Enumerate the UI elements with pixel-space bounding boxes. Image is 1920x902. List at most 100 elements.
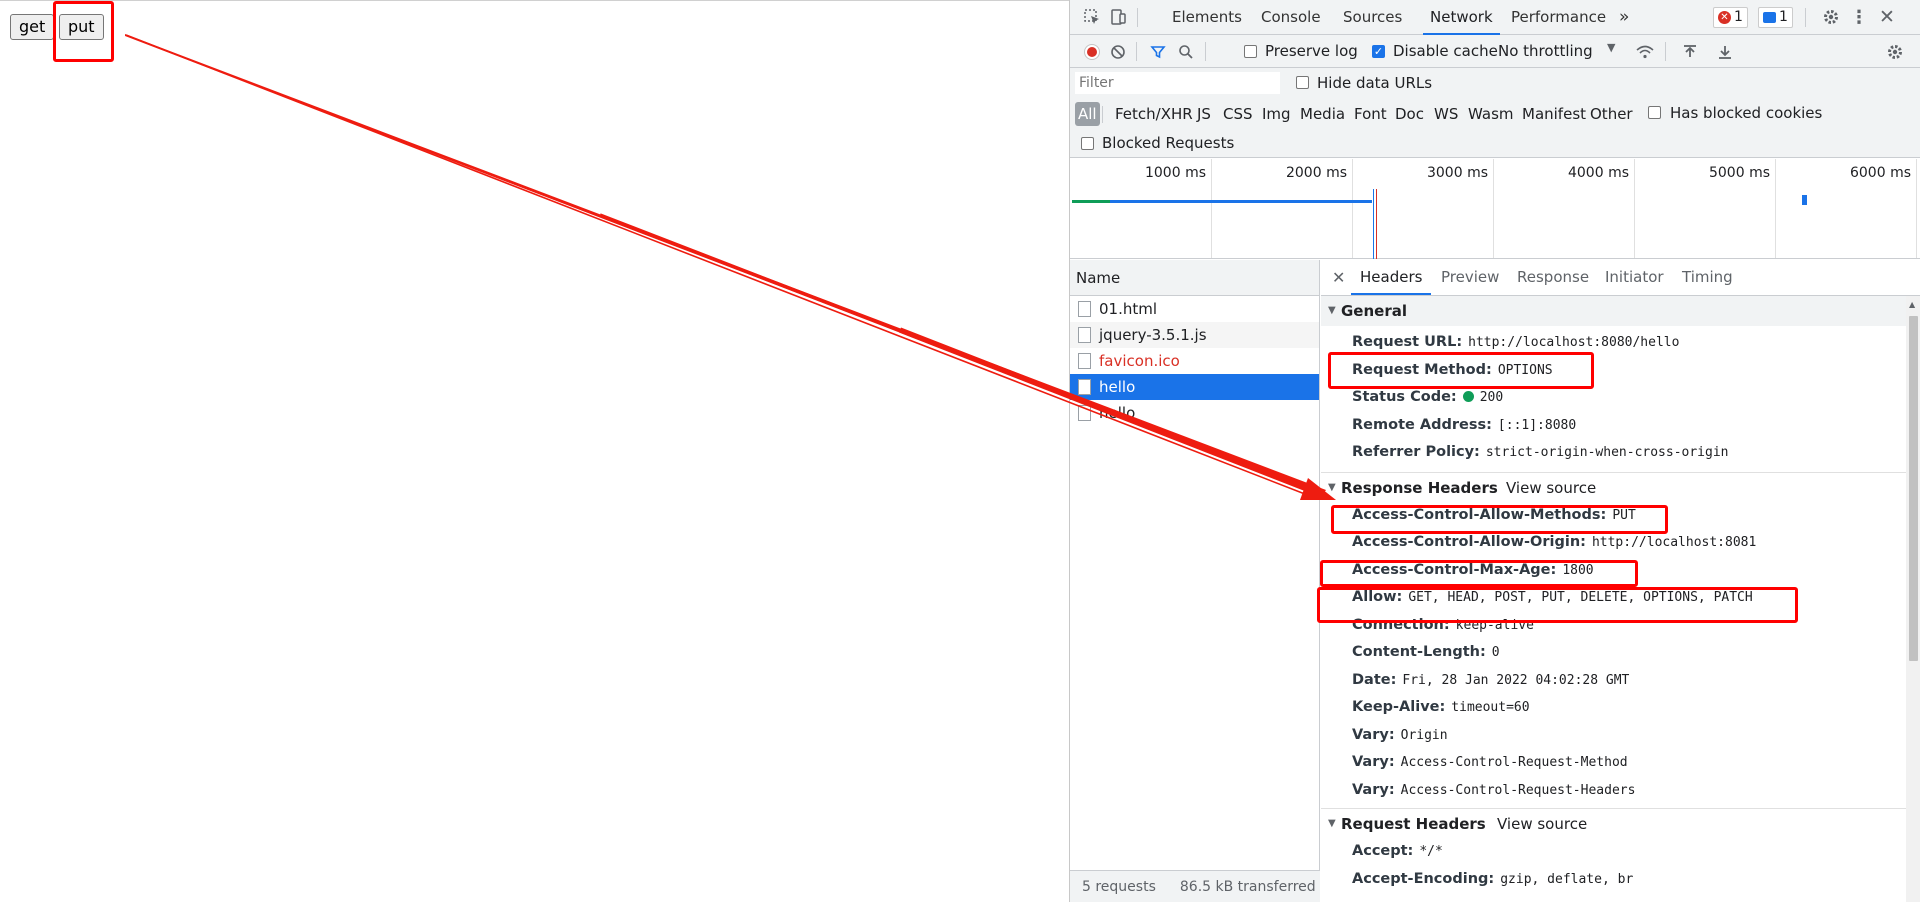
blocked-requests-checkbox[interactable] bbox=[1081, 137, 1094, 150]
general-section: Request URL: http://localhost:8080/hello … bbox=[1321, 326, 1906, 472]
type-filter-fetch-xhr[interactable]: Fetch/XHR bbox=[1115, 102, 1193, 126]
clear-icon[interactable] bbox=[1106, 40, 1130, 64]
preserve-log-checkbox[interactable] bbox=[1244, 45, 1257, 58]
overview-tick-5000: 5000 ms bbox=[1708, 165, 1770, 181]
disable-cache-label: Disable cache bbox=[1393, 42, 1498, 60]
tab-performance[interactable]: Performance bbox=[1511, 0, 1606, 35]
messages-badge[interactable]: 1 bbox=[1758, 7, 1793, 28]
tab-headers[interactable]: Headers bbox=[1351, 260, 1432, 295]
request-row[interactable]: 01.html bbox=[1070, 296, 1319, 322]
put-button[interactable]: put bbox=[59, 14, 104, 40]
more-tabs-icon[interactable]: » bbox=[1619, 0, 1629, 35]
header-row: Content-Length: 0 bbox=[1352, 644, 1500, 660]
filter-icon[interactable] bbox=[1146, 40, 1170, 64]
type-filter-all[interactable]: All bbox=[1075, 102, 1100, 126]
type-filter-other[interactable]: Other bbox=[1590, 102, 1633, 126]
header-row: Accept-Encoding: gzip, deflate, br bbox=[1352, 870, 1634, 887]
tab-timing[interactable]: Timing bbox=[1682, 260, 1733, 295]
more-icon[interactable]: ⋮ bbox=[1847, 5, 1871, 29]
network-overview-timeline[interactable]: 1000 ms 2000 ms 3000 ms 4000 ms 5000 ms … bbox=[1070, 159, 1920, 259]
type-filter-font[interactable]: Font bbox=[1354, 102, 1387, 126]
search-icon[interactable] bbox=[1174, 40, 1198, 64]
overview-tick-6000: 6000 ms bbox=[1849, 165, 1911, 181]
filter-bar: Hide data URLs All Fetch/XHR JS CSS Img … bbox=[1070, 68, 1920, 158]
request-name: hello bbox=[1099, 404, 1136, 422]
collapse-triangle-icon: ▼ bbox=[1328, 305, 1336, 316]
request-details-panel: ✕ Headers Preview Response Initiator Tim… bbox=[1321, 260, 1920, 902]
network-conditions-icon[interactable] bbox=[1633, 40, 1657, 64]
inspect-icon[interactable] bbox=[1080, 5, 1104, 29]
preserve-log-label: Preserve log bbox=[1265, 42, 1358, 60]
header-row: Status Code: 200 bbox=[1352, 389, 1504, 405]
header-row: Accept: */* bbox=[1352, 843, 1443, 859]
request-list: Name 01.html jquery-3.5.1.js favicon.ico… bbox=[1070, 260, 1320, 870]
tab-console[interactable]: Console bbox=[1261, 0, 1321, 35]
request-row[interactable]: favicon.ico bbox=[1070, 348, 1319, 374]
type-filter-css[interactable]: CSS bbox=[1223, 102, 1253, 126]
network-toolbar: Preserve log ✓ Disable cache No throttli… bbox=[1070, 35, 1920, 68]
get-button[interactable]: get bbox=[10, 14, 55, 40]
scrollbar-thumb[interactable] bbox=[1909, 316, 1918, 661]
message-icon bbox=[1763, 12, 1776, 23]
export-har-icon[interactable] bbox=[1713, 40, 1737, 64]
request-name: favicon.ico bbox=[1099, 352, 1180, 370]
page-viewport: get put bbox=[0, 0, 1069, 902]
header-row: Referrer Policy: strict-origin-when-cross… bbox=[1352, 444, 1729, 460]
type-filter-img[interactable]: Img bbox=[1262, 102, 1291, 126]
record-icon[interactable] bbox=[1080, 40, 1104, 64]
general-section-header[interactable]: ▼ General bbox=[1321, 296, 1906, 326]
response-headers-section-header[interactable]: ▼ Response Headers View source bbox=[1321, 471, 1906, 503]
request-row[interactable]: hello bbox=[1070, 400, 1319, 426]
request-view-source-link[interactable]: View source bbox=[1497, 809, 1587, 839]
response-headers-title: Response Headers bbox=[1341, 478, 1498, 497]
close-details-icon[interactable]: ✕ bbox=[1332, 260, 1345, 295]
tab-sources[interactable]: Sources bbox=[1343, 0, 1402, 35]
type-filter-js[interactable]: JS bbox=[1197, 102, 1211, 126]
has-blocked-cookies-checkbox[interactable] bbox=[1648, 106, 1661, 119]
response-headers-section: Access-Control-Allow-Methods: PUT Access-… bbox=[1321, 502, 1906, 809]
import-har-icon[interactable] bbox=[1678, 40, 1702, 64]
type-filter-doc[interactable]: Doc bbox=[1395, 102, 1424, 126]
tab-preview[interactable]: Preview bbox=[1441, 260, 1499, 295]
throttling-select[interactable]: No throttling bbox=[1498, 42, 1593, 60]
tab-elements[interactable]: Elements bbox=[1172, 0, 1242, 35]
header-row: Access-Control-Allow-Origin: http://local… bbox=[1352, 534, 1757, 550]
collapse-triangle-icon: ▼ bbox=[1328, 818, 1336, 829]
header-row: Request Method: OPTIONS bbox=[1352, 361, 1553, 378]
name-column-header[interactable]: Name bbox=[1070, 260, 1319, 296]
header-row: Request URL: http://localhost:8080/hello bbox=[1352, 334, 1680, 350]
type-filter-ws[interactable]: WS bbox=[1434, 102, 1458, 126]
errors-count: 1 bbox=[1734, 9, 1743, 25]
hide-data-urls-checkbox[interactable] bbox=[1296, 76, 1309, 89]
filter-input[interactable] bbox=[1075, 72, 1280, 94]
transferred-size: 86.5 kB transferred bbox=[1179, 878, 1316, 895]
network-settings-icon[interactable] bbox=[1883, 40, 1907, 64]
type-filter-media[interactable]: Media bbox=[1300, 102, 1345, 126]
header-row: Vary: Access-Control-Request-Headers bbox=[1352, 781, 1636, 798]
settings-icon[interactable] bbox=[1819, 5, 1843, 29]
type-filter-manifest[interactable]: Manifest bbox=[1522, 102, 1586, 126]
errors-badge[interactable]: ✕ 1 bbox=[1713, 7, 1748, 28]
throttling-dropdown-icon[interactable]: ▼ bbox=[1607, 41, 1615, 54]
general-title: General bbox=[1341, 302, 1407, 320]
request-name: jquery-3.5.1.js bbox=[1099, 326, 1207, 344]
has-blocked-cookies-label: Has blocked cookies bbox=[1670, 104, 1823, 122]
device-toolbar-icon[interactable] bbox=[1106, 5, 1130, 29]
request-row-selected[interactable]: hello bbox=[1070, 374, 1319, 400]
header-row: Allow: GET, HEAD, POST, PUT, DELETE, OPTI… bbox=[1352, 589, 1753, 605]
file-icon bbox=[1078, 327, 1091, 343]
file-icon bbox=[1078, 353, 1091, 369]
tab-network[interactable]: Network bbox=[1423, 0, 1500, 35]
headers-view: ▼ General Request URL: http://localhost:8… bbox=[1321, 296, 1906, 902]
request-row[interactable]: jquery-3.5.1.js bbox=[1070, 322, 1319, 348]
response-view-source-link[interactable]: View source bbox=[1506, 473, 1596, 503]
type-filter-wasm[interactable]: Wasm bbox=[1468, 102, 1514, 126]
header-row: Vary: Access-Control-Request-Method bbox=[1352, 754, 1628, 770]
tab-response[interactable]: Response bbox=[1517, 260, 1589, 295]
status-ok-icon bbox=[1462, 391, 1474, 402]
close-icon[interactable]: ✕ bbox=[1875, 5, 1899, 29]
details-scrollbar[interactable]: ▲ bbox=[1906, 296, 1920, 902]
request-headers-section-header[interactable]: ▼ Request Headers View source bbox=[1321, 808, 1906, 838]
tab-initiator[interactable]: Initiator bbox=[1605, 260, 1664, 295]
disable-cache-checkbox[interactable]: ✓ bbox=[1372, 45, 1385, 58]
